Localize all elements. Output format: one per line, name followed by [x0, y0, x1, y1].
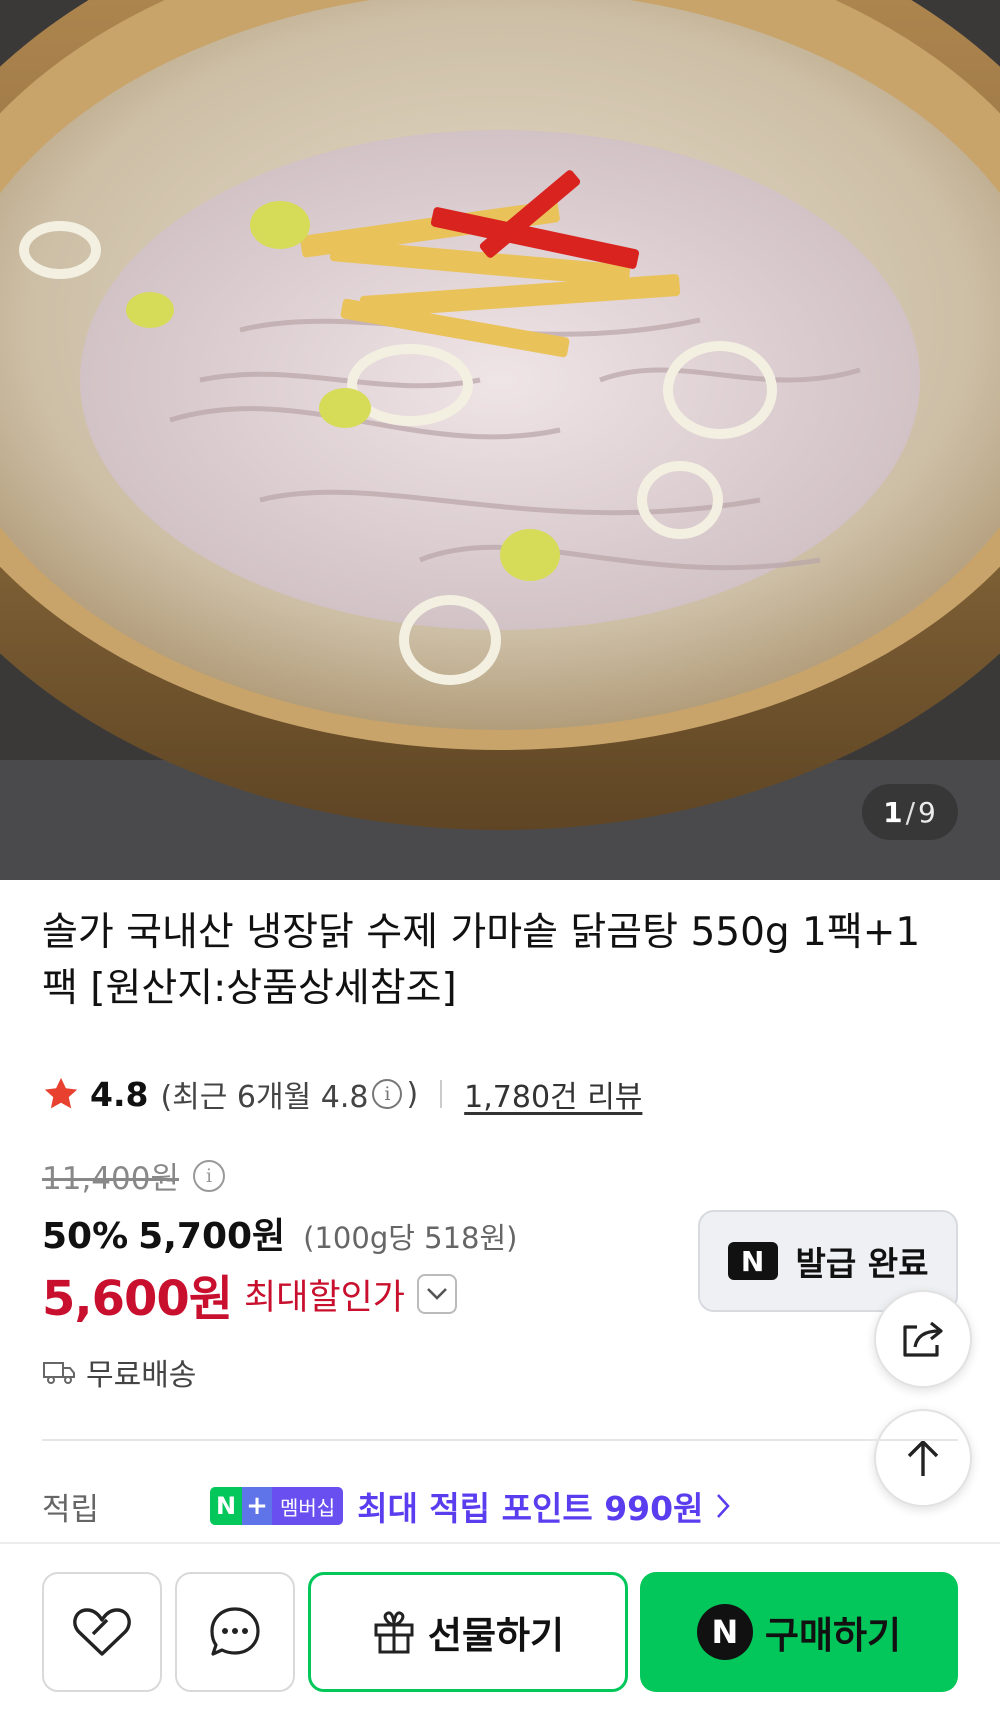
chat-icon: [210, 1607, 260, 1656]
points-text: 최대 적립 포인트 990원: [357, 1489, 704, 1528]
image-current: 1: [883, 795, 904, 829]
original-price-row: 11,400원 i: [42, 1153, 229, 1198]
price-info-icon[interactable]: i: [193, 1159, 225, 1192]
points-label: 적립: [42, 1491, 100, 1528]
chevron-right-icon: [717, 1494, 731, 1518]
unit-price: (100g당 518원): [303, 1221, 518, 1255]
points-row[interactable]: 적립 N + 멤버십 최대 적립 포인트 990원: [42, 1482, 731, 1530]
rating-value: 4.8: [90, 1074, 149, 1114]
product-image[interactable]: 1 / 9: [0, 0, 1000, 880]
naver-n-icon: N: [727, 1242, 778, 1280]
share-icon: [903, 1321, 943, 1357]
info-icon[interactable]: i: [372, 1079, 403, 1109]
image-separator: /: [905, 795, 917, 829]
wishlist-button[interactable]: [42, 1572, 162, 1692]
shipping-row: 무료배송: [42, 1350, 196, 1394]
rating-recent-close: ): [406, 1076, 419, 1112]
product-photo: [0, 0, 1000, 880]
gift-icon: [374, 1611, 414, 1654]
scroll-top-button[interactable]: [874, 1409, 972, 1507]
sale-price-row: 50% 5,700원 (100g당 518원): [42, 1207, 518, 1259]
talk-button[interactable]: [175, 1572, 295, 1692]
gift-label: 선물하기: [427, 1614, 565, 1657]
divider: [440, 1080, 443, 1108]
gift-button[interactable]: 선물하기: [308, 1572, 628, 1692]
image-total: 9: [918, 795, 937, 829]
arrow-up-icon: [907, 1439, 939, 1476]
max-discount-row[interactable]: 5,600원 최대할인가: [42, 1259, 458, 1329]
product-title: 솔가 국내산 냉장닭 수제 가마솥 닭곰탕 550g 1팩+1팩 [원산지:상품…: [42, 910, 921, 1011]
shipping-label: 무료배송: [86, 1358, 197, 1393]
truck-icon: [43, 1362, 75, 1384]
rating-row: 4.8 (최근 6개월 4.8 i ) 1,780건 리뷰: [42, 1072, 642, 1116]
membership-n: N: [210, 1487, 242, 1525]
image-counter: 1 / 9: [862, 784, 958, 840]
heart-icon: [73, 1608, 131, 1656]
max-discount-price: 5,600원: [42, 1271, 233, 1327]
naver-pay-icon: N: [696, 1604, 753, 1660]
max-discount-toggle[interactable]: [417, 1274, 458, 1314]
section-divider: [42, 1439, 958, 1441]
share-button[interactable]: [874, 1290, 972, 1388]
membership-badge: N + 멤버십: [210, 1487, 344, 1525]
discount-rate: 50%: [42, 1216, 129, 1257]
chevron-down-icon: [427, 1288, 447, 1300]
original-price: 11,400원: [42, 1161, 179, 1197]
max-discount-label: 최대할인가: [244, 1277, 406, 1318]
review-count-link[interactable]: 1,780건 리뷰: [464, 1072, 642, 1116]
star-icon: [44, 1077, 78, 1109]
membership-plus: +: [242, 1487, 272, 1525]
buy-button[interactable]: N 구매하기: [640, 1572, 958, 1692]
bottom-action-bar: 선물하기 N 구매하기: [0, 1542, 1000, 1721]
buy-label: 구매하기: [764, 1614, 902, 1657]
coupon-label: 발급 완료: [795, 1244, 929, 1283]
sale-price: 5,700원: [138, 1216, 286, 1257]
membership-text: 멤버십: [272, 1487, 344, 1525]
rating-recent: (최근 6개월 4.8: [160, 1080, 369, 1115]
